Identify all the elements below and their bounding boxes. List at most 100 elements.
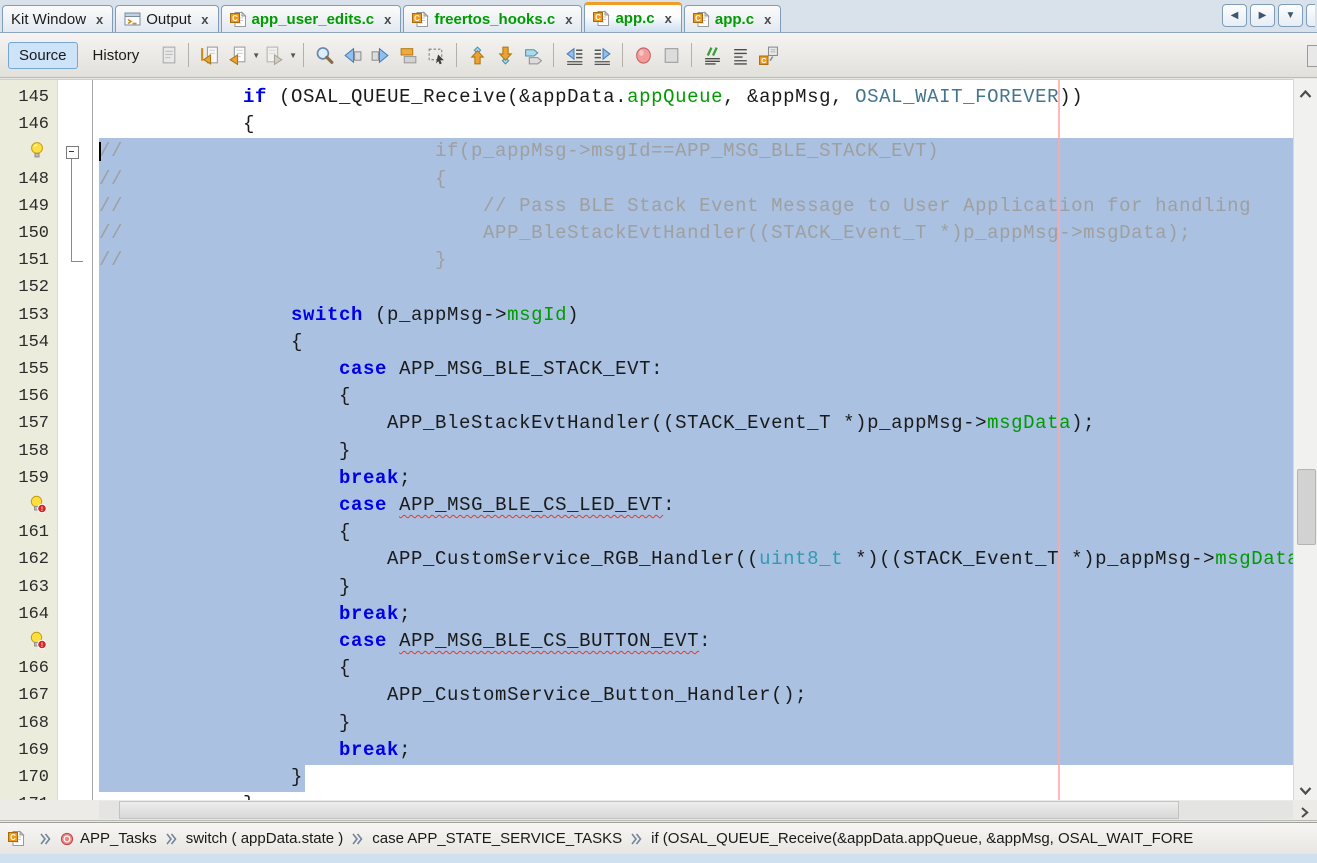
code-token: msgId [507,304,567,326]
horizontal-scrollbar-track[interactable] [99,801,1293,819]
code-text[interactable]: } [99,710,1293,738]
code-text[interactable]: } [99,764,1293,792]
tab-close-icon[interactable]: x [384,13,391,26]
stop-macro-button[interactable] [658,42,684,68]
code-text[interactable]: // if(p_appMsg->msgId==APP_MSG_BLE_STACK… [99,138,1293,166]
tab-app-user-edits-c[interactable]: Capp_user_edits.cx [221,5,402,32]
code-text[interactable]: switch (p_appMsg->msgId) [99,302,1293,330]
code-token: } [99,712,351,734]
fold-collapse-box[interactable] [66,146,79,159]
toggle-bookmark-button[interactable] [520,42,546,68]
code-text[interactable]: APP_CustomService_Button_Handler(); [99,682,1293,710]
code-line: 146 { [0,111,1293,139]
scroll-tabs-left-button[interactable]: ◀ [1222,4,1247,27]
c-file-icon: C [230,11,247,28]
shift-line-right-button[interactable] [589,42,615,68]
code-text[interactable]: { [99,519,1293,547]
tab-freertos-hooks-c[interactable]: Cfreertos_hooks.cx [403,5,582,32]
history-view-button[interactable]: History [82,42,151,69]
tab-close-icon[interactable]: x [764,13,771,26]
output-window-icon [124,11,141,27]
code-text[interactable]: } [99,438,1293,466]
shift-line-left-button[interactable] [561,42,587,68]
scroll-tabs-right-button[interactable]: ▶ [1250,4,1275,27]
find-selection-button[interactable] [311,42,337,68]
breadcrumb-item[interactable]: switch ( appData.state ) [186,830,344,847]
code-text[interactable]: case APP_MSG_BLE_STACK_EVT: [99,356,1293,384]
tab-close-icon[interactable]: x [201,13,208,26]
fold-end-tick [71,261,83,262]
forward-button[interactable] [261,42,287,68]
tab-close-icon[interactable]: x [565,13,572,26]
scroll-right-icon[interactable] [1301,805,1309,823]
breadcrumb-item[interactable]: C [8,830,31,847]
code-text[interactable]: { [99,329,1293,357]
next-bookmark-button[interactable] [492,42,518,68]
tab-app-c[interactable]: Capp.cx [684,5,781,32]
code-text[interactable]: // APP_BleStackEvtHandler((STACK_Event_T… [99,220,1293,248]
clipped-tab-button[interactable] [1306,4,1315,27]
code-token: switch [291,304,363,326]
tab-close-icon[interactable]: x [96,13,103,26]
code-text[interactable] [99,274,1293,302]
code-text[interactable]: APP_CustomService_RGB_Handler((uint8_t *… [99,546,1293,574]
back-button[interactable] [224,42,250,68]
code-text[interactable]: break; [99,737,1293,765]
code-text[interactable]: { [99,383,1293,411]
source-view-button[interactable]: Source [8,42,78,69]
code-line: 166 { [0,655,1293,683]
previous-bookmark-button[interactable] [464,42,490,68]
rectangular-selection-button[interactable] [423,42,449,68]
code-token [99,467,339,489]
dropdown-caret-icon[interactable]: ▼ [252,51,260,60]
find-previous-button[interactable] [339,42,365,68]
format-button[interactable] [155,42,181,68]
code-text[interactable]: // } [99,247,1293,275]
code-text[interactable]: APP_BleStackEvtHandler((STACK_Event_T *)… [99,410,1293,438]
code-text[interactable]: if (OSAL_QUEUE_Receive(&appData.appQueue… [99,84,1293,112]
code-text[interactable]: break; [99,601,1293,629]
code-text[interactable]: // // Pass BLE Stack Event Message to Us… [99,193,1293,221]
code-text[interactable]: } [99,791,1293,800]
comment-button[interactable] [699,42,725,68]
error-lightbulb-icon[interactable]: ! [28,631,47,655]
breadcrumb-item[interactable]: case APP_STATE_SERVICE_TASKS [372,830,622,847]
breadcrumb-item[interactable]: if (OSAL_QUEUE_Receive(&appData.appQueue… [651,830,1193,847]
hint-lightbulb-icon[interactable] [28,141,47,165]
tab-output[interactable]: Outputx [115,5,218,32]
tab-close-icon[interactable]: x [665,12,672,25]
code-text[interactable]: break; [99,465,1293,493]
code-text[interactable]: { [99,655,1293,683]
tab-app-c[interactable]: Capp.cx [584,2,681,32]
scroll-down-icon[interactable] [1299,782,1312,800]
vertical-scrollbar-thumb[interactable] [1297,469,1316,545]
code-text[interactable]: // { [99,166,1293,194]
find-next-button[interactable] [367,42,393,68]
jump-last-edit-button[interactable] [196,42,222,68]
error-lightbulb-icon[interactable]: ! [28,495,47,519]
dropdown-caret-icon[interactable]: ▼ [289,51,297,60]
code-text[interactable]: { [99,111,1293,139]
scroll-up-icon[interactable] [1299,85,1312,103]
uncomment-button[interactable] [727,42,753,68]
toggle-highlight-button[interactable] [395,42,421,68]
code-editor[interactable]: 145 if (OSAL_QUEUE_Receive(&appData.appQ… [0,79,1317,800]
code-token: { [99,331,303,353]
clipped-toolbar-icon[interactable] [1307,45,1317,67]
horizontal-scrollbar-thumb[interactable] [119,801,1179,819]
tab-kit-window[interactable]: Kit Windowx [2,5,113,32]
tab-list-dropdown-button[interactable]: ▼ [1278,4,1303,27]
go-to-header-button[interactable]: C [755,42,781,68]
record-macro-button[interactable] [630,42,656,68]
code-text[interactable]: case APP_MSG_BLE_CS_LED_EVT: [99,492,1293,520]
code-line: 150// APP_BleStackEvtHandler((STACK_Even… [0,220,1293,248]
code-token: , &appMsg, [723,86,855,108]
code-text[interactable]: } [99,574,1293,602]
code-text[interactable]: case APP_MSG_BLE_CS_BUTTON_EVT: [99,628,1293,656]
code-line: 161 { [0,519,1293,547]
vertical-scrollbar[interactable] [1293,79,1317,800]
horizontal-scrollbar[interactable] [0,800,1317,821]
code-token: *)((STACK_Event_T *)p_appMsg-> [843,548,1215,570]
forward-icon [264,45,285,66]
breadcrumb-item[interactable]: APP_Tasks [60,830,157,847]
